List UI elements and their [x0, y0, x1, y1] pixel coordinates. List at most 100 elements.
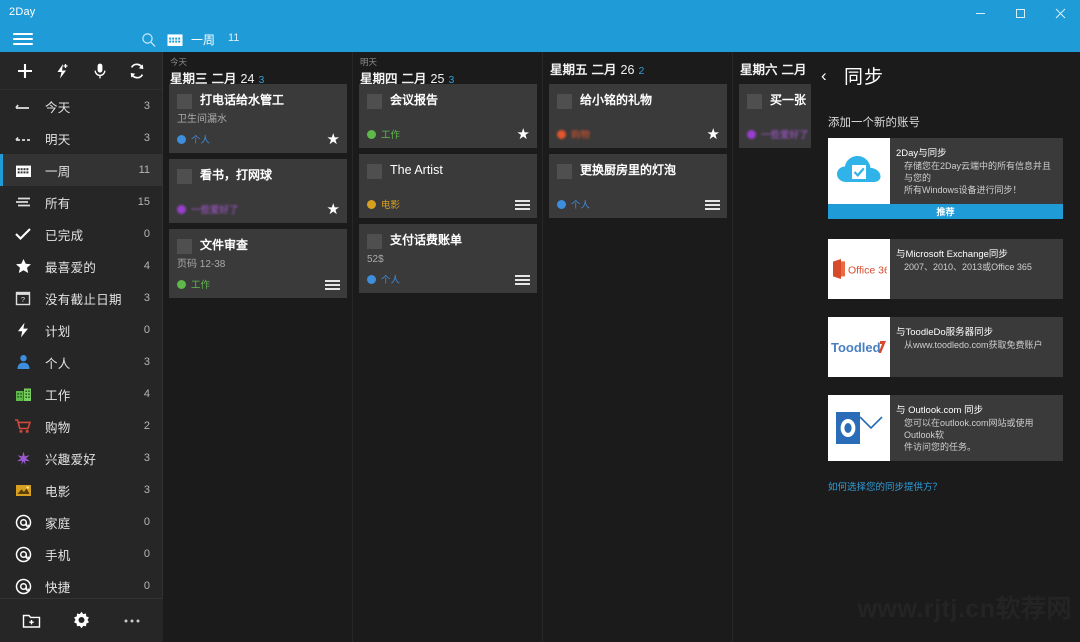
task-card[interactable]: 会议报告 工作 ★	[359, 84, 537, 148]
sync-option-line2: 2007、2010、2013或Office 365	[904, 262, 1032, 272]
sync-option-outlook[interactable]: 与 Outlook.com 同步 您可以在outlook.com网站或使用Out…	[828, 395, 1063, 461]
task-card[interactable]: 文件审查 页码 12-38 工作	[169, 229, 347, 298]
sidebar-item-movie[interactable]: 电影 3	[0, 474, 162, 506]
sidebar-item-tomorrow[interactable]: 明天 3	[0, 122, 162, 154]
tag-dot	[177, 204, 186, 214]
sidebar-item-label: 没有截止日期	[45, 292, 122, 307]
tag-label: 个人	[571, 200, 591, 211]
notes-lines-icon[interactable]	[515, 200, 530, 212]
today-icon	[12, 97, 34, 115]
column-weekday: 星期六	[740, 63, 778, 77]
sidebar-toolbar	[0, 52, 162, 90]
task-checkbox[interactable]	[367, 234, 382, 249]
task-title: 看书，打网球	[200, 168, 273, 182]
sync-option-text: 2Day与同步 存储您在2Day云端中的所有信息并且与您的 所有Windows设…	[890, 138, 1063, 204]
task-card[interactable]: 给小铭的礼物 购物 ★	[549, 84, 727, 148]
sidebar-item-count: 15	[137, 196, 150, 208]
tag-label: 购物	[571, 130, 591, 141]
check-icon	[12, 225, 34, 243]
notes-lines-icon[interactable]	[515, 275, 530, 287]
favorite-star-icon[interactable]: ★	[327, 132, 340, 147]
add-task-button[interactable]	[12, 58, 38, 84]
sidebar: 今天 3 明天 3 一周 11 所有 15 已完成 0 最喜爱的 4 ? 没有截…	[0, 52, 163, 642]
tag-label: 个人	[191, 135, 211, 146]
task-checkbox[interactable]	[557, 94, 572, 109]
plus-icon	[17, 63, 32, 78]
favorite-star-icon[interactable]: ★	[707, 127, 720, 142]
sidebar-item-work[interactable]: 工作 4	[0, 378, 162, 410]
sync-option-line1: 与Microsoft Exchange同步	[896, 249, 1008, 260]
sync-option-exchange[interactable]: Office 365 与Microsoft Exchange同步 2007、20…	[828, 239, 1063, 299]
task-card[interactable]: 打电话给水管工 卫生间漏水 个人 ★	[169, 84, 347, 153]
more-button[interactable]	[120, 609, 144, 633]
sidebar-item-count: 2	[143, 420, 150, 432]
sidebar-item-phone[interactable]: 手机 0	[0, 538, 162, 570]
task-checkbox[interactable]	[177, 94, 192, 109]
favorite-star-icon[interactable]: ★	[327, 202, 340, 217]
movie-icon	[12, 481, 34, 499]
sidebar-item-today[interactable]: 今天 3	[0, 90, 162, 122]
maximize-button[interactable]	[1000, 0, 1040, 26]
task-card[interactable]: 支付话费账单 52$ 个人	[359, 224, 537, 293]
sidebar-item-count: 0	[143, 516, 150, 528]
sidebar-item-personal[interactable]: 个人 3	[0, 346, 162, 378]
task-checkbox[interactable]	[557, 164, 572, 179]
task-card[interactable]: 更换厨房里的灯泡 个人	[549, 154, 727, 218]
task-title: 支付话费账单	[390, 233, 463, 247]
minimize-button[interactable]	[960, 0, 1000, 26]
new-list-button[interactable]	[20, 609, 44, 633]
sidebar-item-count: 0	[143, 324, 150, 336]
board-column: 今天 星期三 二月 24 3 打电话给水管工 卫生间漏水 个人 ★ 看书，打网球…	[163, 52, 353, 642]
task-checkbox[interactable]	[747, 94, 762, 109]
notes-lines-icon[interactable]	[705, 200, 720, 212]
task-checkbox[interactable]	[367, 164, 382, 179]
sidebar-item-week[interactable]: 一周 11	[0, 154, 162, 186]
calendar-icon[interactable]	[166, 30, 184, 48]
task-title: The Artist	[390, 163, 443, 177]
close-button[interactable]	[1040, 0, 1080, 26]
task-card[interactable]: 买一张 一些爱好了	[739, 84, 811, 148]
sidebar-item-label: 已完成	[45, 228, 84, 243]
sync-help-link[interactable]: 如何选择您的同步提供方？	[828, 479, 1080, 493]
voice-input-button[interactable]	[87, 58, 113, 84]
sidebar-item-label: 工作	[45, 388, 71, 403]
search-icon[interactable]	[140, 31, 158, 49]
sync-panel: ‹ 同步 添加一个新的账号 2Day与同步 存储您在2Day云端中的所有信息并且…	[811, 52, 1080, 642]
svg-text:Toodled: Toodled	[831, 340, 881, 355]
sync-button[interactable]	[124, 58, 150, 84]
quick-add-button[interactable]	[49, 58, 75, 84]
column-month: 二月	[781, 63, 807, 77]
list-icon	[12, 193, 34, 211]
sync-option-toodledo[interactable]: Toodled 与ToodleDo服务器同步 从www.toodledo.com…	[828, 317, 1063, 377]
sidebar-item-planned[interactable]: 计划 0	[0, 314, 162, 346]
task-card[interactable]: 看书，打网球 一些爱好了 ★	[169, 159, 347, 223]
tag-label: 电影	[381, 200, 401, 211]
sidebar-item-hobby[interactable]: 兴趣爱好 3	[0, 442, 162, 474]
settings-button[interactable]	[70, 609, 94, 633]
favorite-star-icon[interactable]: ★	[517, 127, 530, 142]
board-column: 星期六 二月 2 买一张 一些爱好了	[733, 52, 811, 642]
microphone-icon	[94, 63, 106, 78]
tag-label: 一些爱好了	[191, 205, 239, 216]
task-checkbox[interactable]	[177, 239, 192, 254]
notes-lines-icon[interactable]	[325, 280, 340, 292]
task-note: 52$	[367, 254, 384, 265]
column-month: 二月	[591, 63, 617, 77]
sidebar-item-family[interactable]: 家庭 0	[0, 506, 162, 538]
sidebar-item-completed[interactable]: 已完成 0	[0, 218, 162, 250]
column-count: 2	[638, 65, 645, 77]
task-note: 页码 12-38	[177, 259, 226, 270]
sidebar-item-all[interactable]: 所有 15	[0, 186, 162, 218]
sidebar-item-shopping[interactable]: 购物 2	[0, 410, 162, 442]
sidebar-item-shortcut[interactable]: 快捷 0	[0, 570, 162, 598]
back-chevron-icon[interactable]: ‹	[821, 67, 839, 84]
sync-option-text: 与ToodleDo服务器同步 从www.toodledo.com获取免费账户	[890, 317, 1051, 377]
sidebar-item-no-due-date[interactable]: ? 没有截止日期 3	[0, 282, 162, 314]
sync-option-2day[interactable]: 2Day与同步 存储您在2Day云端中的所有信息并且与您的 所有Windows设…	[828, 138, 1063, 219]
hamburger-icon[interactable]	[10, 30, 36, 48]
task-checkbox[interactable]	[367, 94, 382, 109]
task-card[interactable]: The Artist 电影	[359, 154, 537, 218]
task-checkbox[interactable]	[177, 169, 192, 184]
sync-option-line2: 您可以在outlook.com网站或使用Outlook软	[904, 418, 1034, 440]
sidebar-item-favorites[interactable]: 最喜爱的 4	[0, 250, 162, 282]
